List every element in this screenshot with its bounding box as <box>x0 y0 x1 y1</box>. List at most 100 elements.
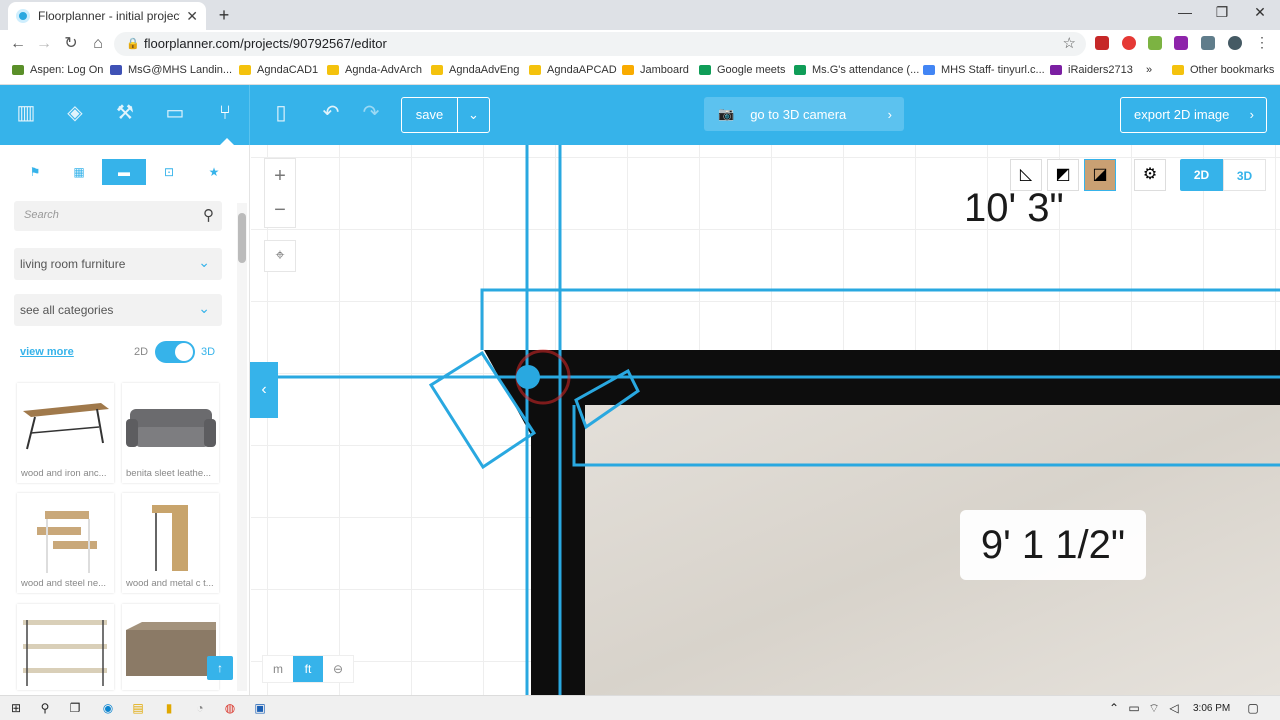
sofa-icon[interactable]: ▬ <box>102 159 146 185</box>
export-2d-image-button[interactable]: export 2D image › <box>1120 97 1267 133</box>
scroll-to-top-button[interactable]: ↑ <box>207 656 233 680</box>
bookmark-item[interactable]: Jamboard <box>622 64 689 76</box>
search-icon[interactable]: ⚲ <box>203 206 214 224</box>
maximize-icon[interactable]: ❐ <box>1207 4 1237 21</box>
bookmark-item[interactable]: MsG@MHS Landin... <box>110 64 232 76</box>
reload-icon[interactable]: ↻ <box>60 35 82 53</box>
bookmark-item[interactable]: Google meets <box>699 64 785 76</box>
bookmark-item[interactable]: Aspen: Log On <box>12 64 103 76</box>
tray-chevron-icon[interactable]: ⌃ <box>1106 700 1122 716</box>
furniture-card[interactable]: wood and metal c t... <box>122 493 219 593</box>
redo-icon[interactable]: ↷ <box>360 102 382 124</box>
comment-icon[interactable]: ▭ <box>164 102 186 124</box>
wall-style-3-icon[interactable]: ◪ <box>1084 159 1116 191</box>
undo-icon[interactable]: ↶ <box>320 102 342 124</box>
app-icon[interactable]: ◔ <box>192 700 208 716</box>
view-3d-button[interactable]: 3D <box>1223 159 1266 191</box>
green-extension-icon[interactable] <box>1148 36 1162 50</box>
wall-style-2-icon[interactable]: ◩ <box>1047 159 1079 191</box>
record-extension-icon[interactable] <box>1122 36 1136 50</box>
bookmark-item[interactable]: AgndaAPCAD <box>529 64 617 76</box>
drag-handle[interactable] <box>516 365 540 389</box>
floorplan-canvas[interactable]: 9' 1 1/2" <box>251 145 1280 695</box>
room-dimension-label[interactable]: 10' 3" <box>964 186 1064 231</box>
windows-start-icon[interactable]: ⊞ <box>8 700 24 716</box>
new-tab-button[interactable]: + <box>214 5 234 25</box>
layers-icon[interactable]: ◈ <box>64 102 86 124</box>
bookmark-item[interactable]: Other bookmarks <box>1172 64 1274 76</box>
zoom-in-button[interactable]: + <box>265 161 295 191</box>
chair-icon[interactable]: ⑂ <box>214 102 236 124</box>
b-extension-icon[interactable] <box>1174 36 1188 50</box>
url-field[interactable]: 🔒 floorplanner.com/projects/90792567/edi… <box>114 32 1086 56</box>
bookmark-item[interactable]: Ms.G's attendance (... <box>794 64 919 76</box>
all-categories-dropdown[interactable]: see all categories ⌄ <box>14 294 222 326</box>
bookmark-item[interactable]: AgndaAdvEng <box>431 64 519 76</box>
wifi-icon[interactable]: ⌔ <box>1146 700 1162 716</box>
bookmark-item[interactable]: Agnda-AdvArch <box>327 64 422 76</box>
app-icon[interactable]: ▮ <box>161 700 177 716</box>
unit-meters-button[interactable]: m <box>263 656 293 682</box>
shelf-thumbnail <box>23 620 107 686</box>
more-bookmarks-button[interactable]: » <box>1146 64 1152 76</box>
furniture-card[interactable] <box>17 604 114 690</box>
collapse-sidebar-button[interactable]: ‹ <box>250 362 278 418</box>
home-icon[interactable]: ⌂ <box>87 35 109 53</box>
bookmark-item[interactable]: iRaiders2713 <box>1050 64 1133 76</box>
save-button[interactable]: save <box>402 98 458 132</box>
wall-dimension-label[interactable]: 9' 1 1/2" <box>960 510 1146 580</box>
furniture-card[interactable]: wood and steel ne... <box>17 493 114 593</box>
battery-icon[interactable]: ▭ <box>1126 700 1142 716</box>
task-view-icon[interactable]: ❐ <box>67 700 83 716</box>
unit-feet-button[interactable]: ft <box>293 656 323 682</box>
close-window-icon[interactable]: ✕ <box>1245 4 1275 21</box>
file-explorer-icon[interactable]: ▤ <box>130 700 146 716</box>
star-icon[interactable]: ★ <box>192 159 236 185</box>
document-icon[interactable]: ▯ <box>270 102 292 124</box>
furniture-card[interactable] <box>122 604 219 690</box>
chrome-menu-icon[interactable]: ⋮ <box>1255 35 1269 49</box>
profile-avatar[interactable] <box>1228 36 1242 50</box>
minimize-icon[interactable]: — <box>1170 4 1200 20</box>
save-dropdown-chevron-icon[interactable]: ⌄ <box>458 98 489 132</box>
zoom-out-button[interactable]: − <box>265 195 295 225</box>
furniture-card[interactable]: wood and iron anc... <box>17 383 114 483</box>
sidebar-scrollbar[interactable] <box>237 203 247 691</box>
search-icon[interactable]: ⚲ <box>37 700 53 716</box>
edge-icon[interactable]: ◉ <box>100 700 116 716</box>
display-settings-icon[interactable]: ⚙ <box>1134 159 1166 191</box>
wall-style-1-icon[interactable]: ◺ <box>1010 159 1042 191</box>
2d-3d-toggle[interactable] <box>155 341 195 363</box>
taskbar-clock[interactable]: 3:06 PM <box>1193 703 1230 714</box>
bookmark-star-icon[interactable]: ☆ <box>1063 32 1076 56</box>
pdf-extension-icon[interactable] <box>1095 36 1109 50</box>
chrome-icon[interactable]: ◍ <box>222 700 238 716</box>
floorplan-drawing <box>276 145 1280 695</box>
category-dropdown[interactable]: living room furniture ⌄ <box>14 248 222 280</box>
paint-roller-icon[interactable]: ⚑ <box>13 159 57 185</box>
windows-taskbar: ⊞ ⚲ ❐ ◉ ▤ ▮ ◔ ◍ ▣ ⌃ ▭ ⌔ ◁ 3:06 PM ▢ <box>0 695 1280 720</box>
back-icon[interactable]: ← <box>7 35 29 53</box>
go-to-3d-camera-button[interactable]: 📷 go to 3D camera › <box>704 97 904 131</box>
building-icon[interactable]: ▥ <box>15 102 37 124</box>
hammer-icon[interactable]: ⚒ <box>114 102 136 124</box>
bookmark-item[interactable]: MHS Staff- tinyurl.c... <box>923 64 1045 76</box>
extensions-puzzle-icon[interactable] <box>1201 36 1215 50</box>
scrollbar-thumb[interactable] <box>238 213 246 263</box>
app-icon[interactable]: ▣ <box>252 700 268 716</box>
forward-icon[interactable]: → <box>33 35 55 53</box>
window-icon[interactable]: ⊡ <box>147 159 191 185</box>
browser-tab[interactable]: Floorplanner - initial project setu ✕ <box>8 2 206 30</box>
bookmark-item[interactable]: AgndaCAD1 <box>239 64 318 76</box>
volume-icon[interactable]: ◁ <box>1166 700 1182 716</box>
notifications-icon[interactable]: ▢ <box>1245 700 1261 716</box>
furniture-card[interactable]: benita sleet leathe... <box>122 383 219 483</box>
tiles-icon[interactable]: ▦ <box>57 159 101 185</box>
close-tab-icon[interactable]: ✕ <box>186 8 198 25</box>
furniture-caption: wood and metal c t... <box>126 578 214 589</box>
view-2d-button[interactable]: 2D <box>1180 159 1223 191</box>
view-more-link[interactable]: view more <box>20 346 74 358</box>
measure-icon[interactable]: ⊖ <box>323 656 353 682</box>
recenter-button[interactable]: ⌖ <box>264 240 296 272</box>
search-input[interactable]: Search ⚲ <box>14 201 222 231</box>
